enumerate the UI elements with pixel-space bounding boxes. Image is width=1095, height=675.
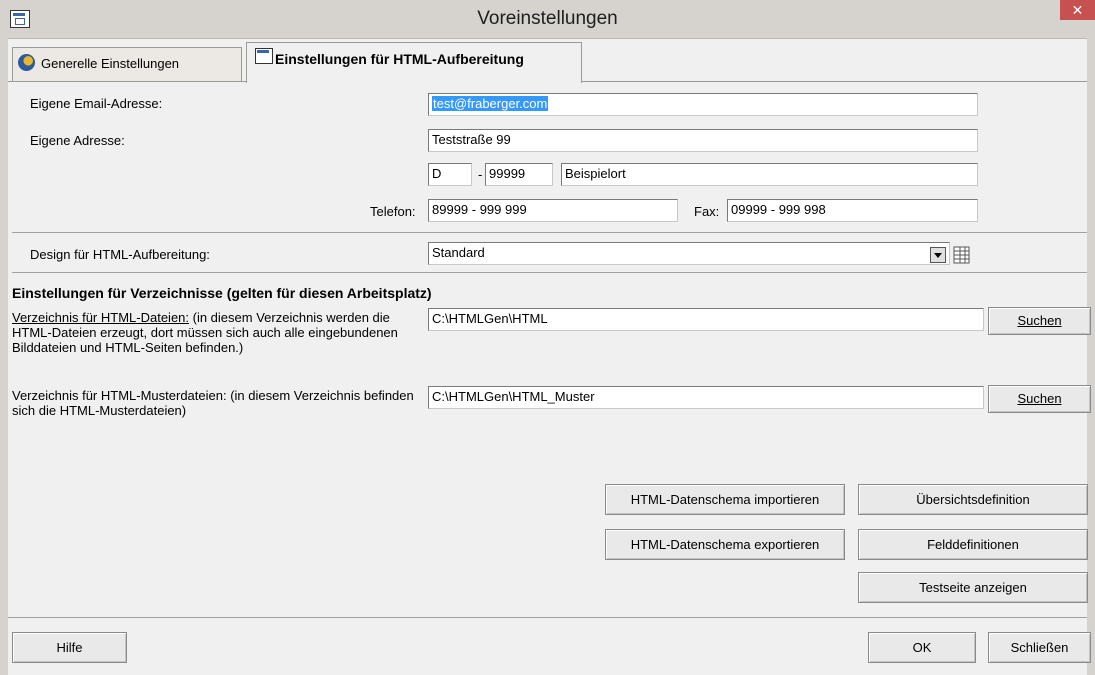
- window-frame-right: [1087, 38, 1095, 675]
- street-field[interactable]: Teststraße 99: [428, 129, 978, 152]
- button-label: Suchen: [1017, 313, 1062, 328]
- tab-html-settings[interactable]: Einstellungen für HTML-Aufbereitung: [246, 42, 582, 83]
- close-icon[interactable]: ✕: [1060, 0, 1095, 20]
- fax-field[interactable]: 09999 - 999 998: [727, 199, 978, 222]
- tab-label: Generelle Einstellungen: [41, 56, 180, 71]
- show-testpage-button[interactable]: Testseite anzeigen: [858, 572, 1088, 603]
- tab-label: Einstellungen für HTML-Aufbereitung: [275, 51, 524, 67]
- fax-label: Fax:: [694, 204, 720, 219]
- help-button[interactable]: Hilfe: [12, 632, 127, 663]
- email-field[interactable]: test@fraberger.com: [428, 93, 978, 116]
- divider: [12, 232, 1087, 233]
- button-label: Suchen: [1017, 391, 1062, 406]
- template-dir-field[interactable]: C:\HTMLGen\HTML_Muster: [428, 386, 984, 409]
- chevron-down-icon[interactable]: [930, 247, 946, 263]
- ok-button[interactable]: OK: [868, 632, 976, 663]
- divider: [8, 617, 1087, 618]
- close-button[interactable]: Schließen: [988, 632, 1091, 663]
- field-definitions-button[interactable]: Felddefinitionen: [858, 529, 1088, 560]
- globe-icon: [18, 54, 35, 71]
- html-dir-label: Verzeichnis für HTML-Dateien: (in diesem…: [12, 310, 424, 355]
- zip-separator: -: [478, 167, 483, 182]
- phone-field[interactable]: 89999 - 999 999: [428, 199, 678, 222]
- email-value: test@fraberger.com: [432, 96, 549, 111]
- address-label: Eigene Adresse:: [30, 133, 125, 148]
- divider: [12, 272, 1087, 273]
- tab-general-settings[interactable]: Generelle Einstellungen: [12, 47, 242, 82]
- phone-label: Telefon:: [370, 204, 416, 219]
- email-label: Eigene Email-Adresse:: [30, 96, 163, 111]
- table-edit-icon[interactable]: [952, 245, 972, 265]
- city-field[interactable]: Beispielort: [561, 163, 978, 186]
- html-dir-field[interactable]: C:\HTMLGen\HTML: [428, 308, 984, 331]
- window-title: Voreinstellungen: [477, 8, 618, 29]
- directories-heading: Einstellungen für Verzeichnisse (gelten …: [12, 285, 432, 301]
- window-icon: [255, 48, 273, 64]
- zip-field[interactable]: 99999: [485, 163, 553, 186]
- export-schema-button[interactable]: HTML-Datenschema exportieren: [605, 529, 845, 560]
- search-template-dir-button[interactable]: Suchen: [988, 385, 1091, 413]
- country-field[interactable]: D: [428, 163, 472, 186]
- search-html-dir-button[interactable]: Suchen: [988, 307, 1091, 335]
- overview-definition-button[interactable]: Übersichtsdefinition: [858, 484, 1088, 515]
- design-label: Design für HTML-Aufbereitung:: [30, 247, 210, 262]
- template-dir-label: Verzeichnis für HTML-Musterdateien: (in …: [12, 388, 414, 418]
- import-schema-button[interactable]: HTML-Datenschema importieren: [605, 484, 845, 515]
- design-select[interactable]: Standard: [428, 242, 950, 265]
- html-dir-label-title: Verzeichnis für HTML-Dateien:: [12, 310, 190, 325]
- window-frame-left: [0, 38, 8, 675]
